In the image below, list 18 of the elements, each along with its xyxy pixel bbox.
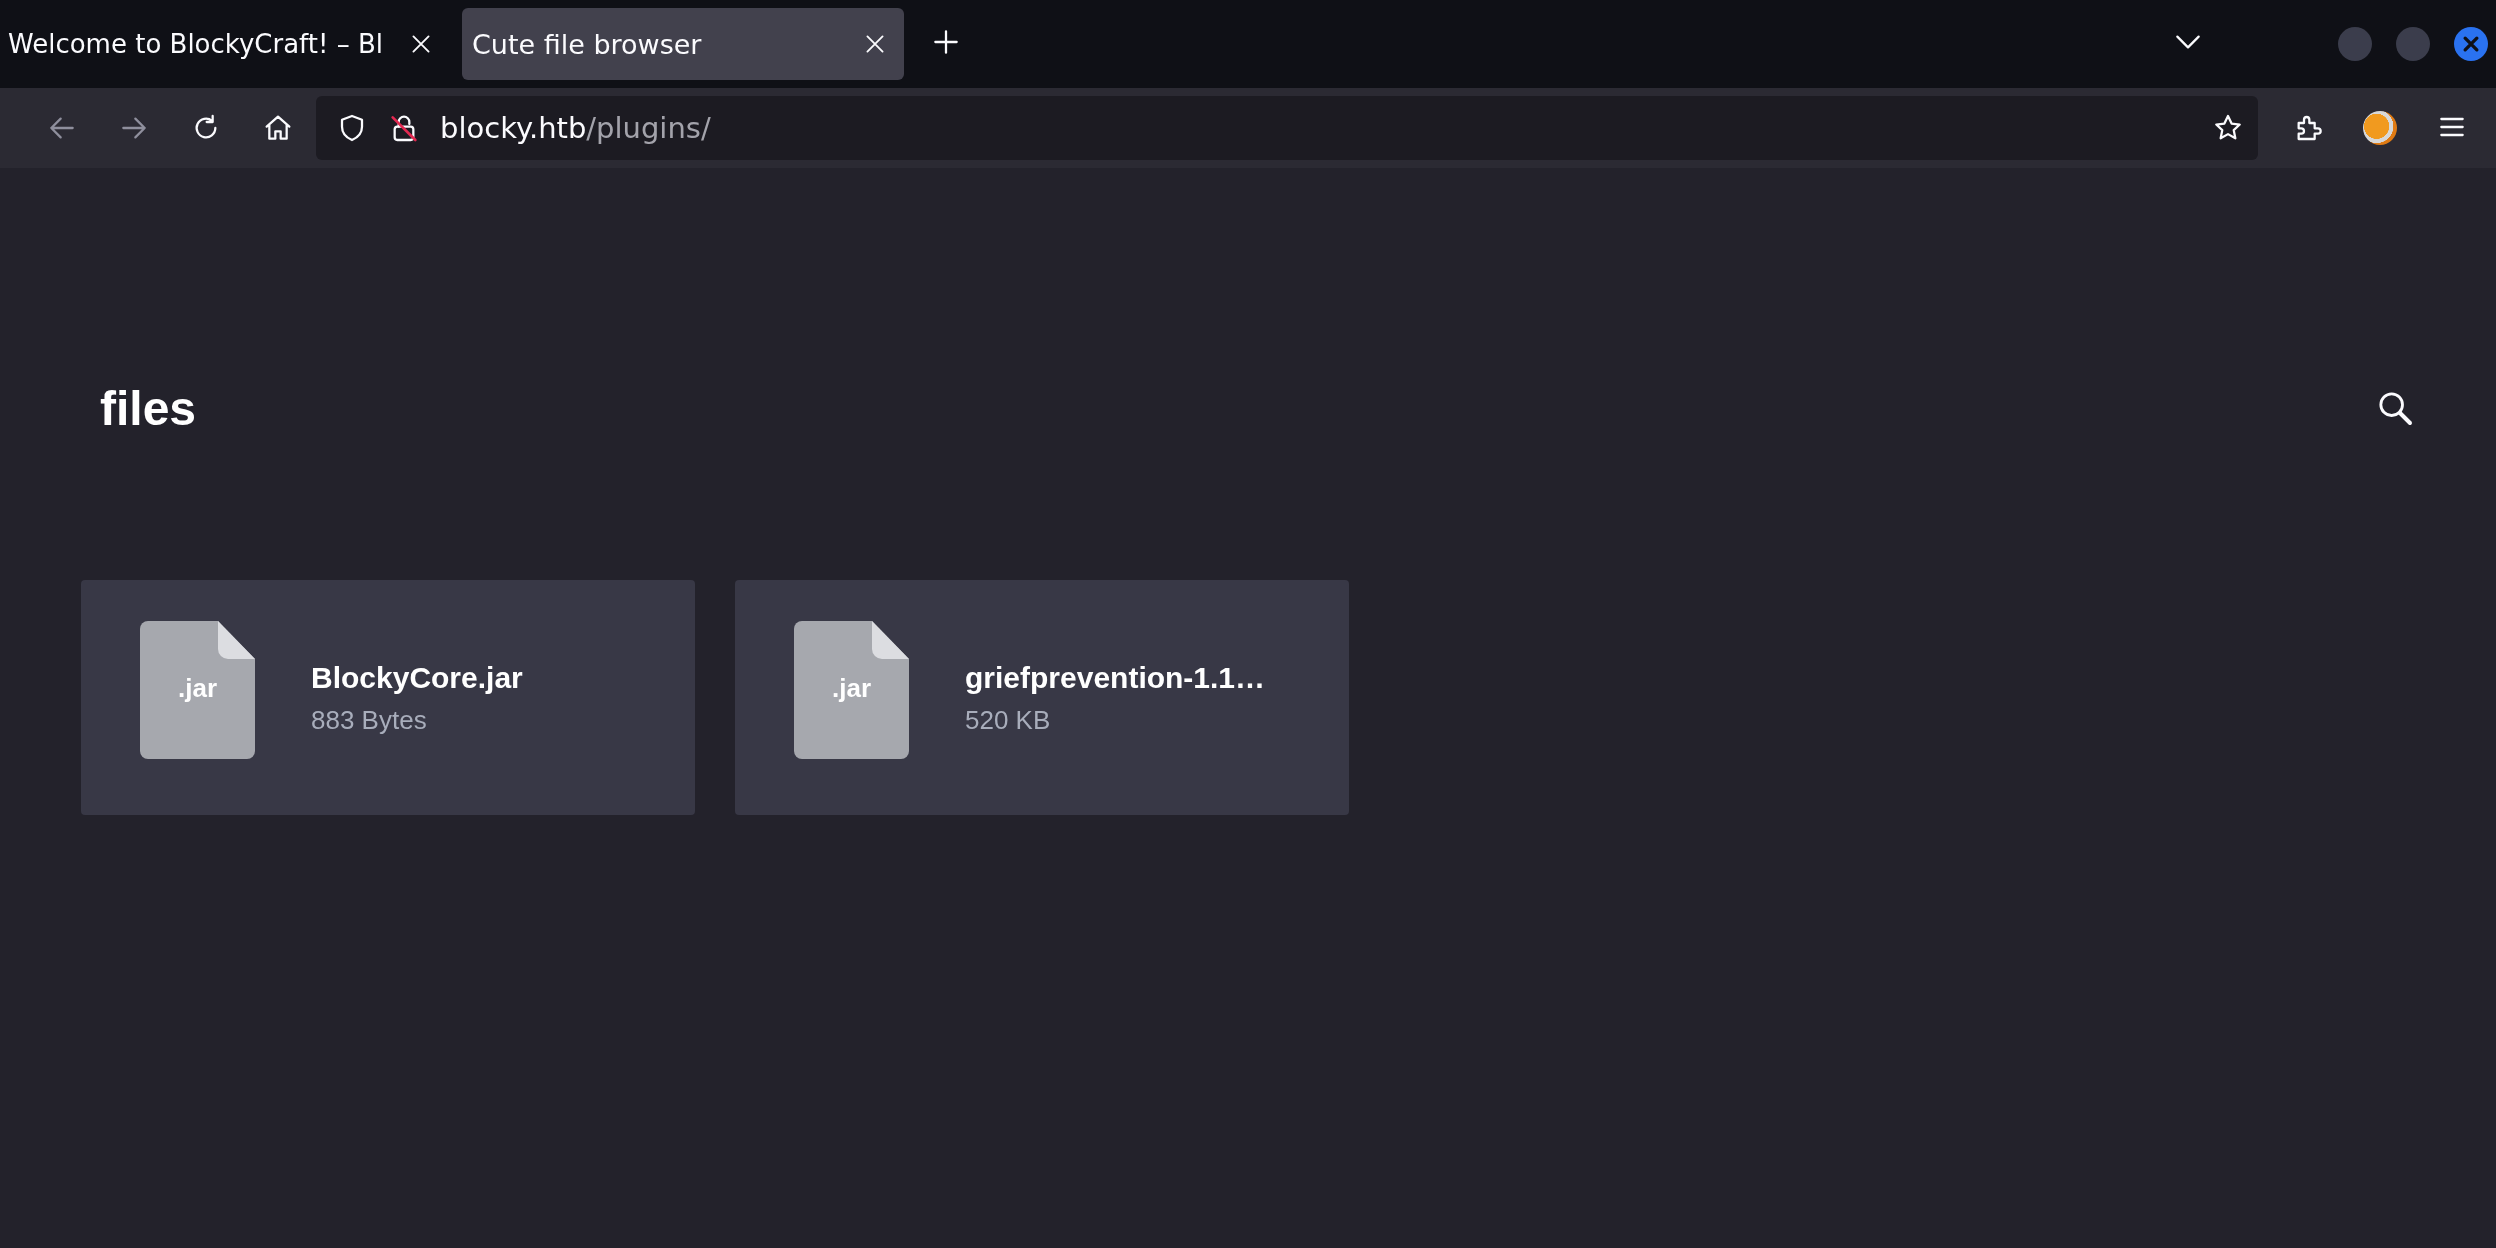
file-icon	[140, 621, 255, 759]
file-size: 883 Bytes	[311, 705, 428, 736]
address-bar[interactable]: blocky.htb/plugins/	[316, 96, 2258, 160]
file-icon	[794, 621, 909, 759]
page-title: files	[100, 380, 197, 436]
file-size: 520 KB	[965, 705, 1052, 736]
file-card[interactable]: .jar griefprevention-1.1… 520 KB	[735, 580, 1349, 815]
browser-tab[interactable]: Welcome to BlockyCraft! – Bl	[8, 8, 450, 80]
url-text: blocky.htb/plugins/	[440, 111, 712, 145]
close-button[interactable]	[2454, 27, 2488, 61]
profile-icon[interactable]	[2363, 111, 2397, 145]
file-name: BlockyCore.jar	[311, 661, 523, 695]
file-name: griefprevention-1.1…	[965, 661, 1266, 695]
file-extension: .jar	[177, 673, 218, 704]
file-card[interactable]: .jar BlockyCore.jar 883 Bytes	[81, 580, 695, 815]
close-icon	[2461, 34, 2481, 54]
browser-tab[interactable]: Cute file browser	[462, 8, 904, 80]
file-extension: .jar	[831, 673, 872, 704]
